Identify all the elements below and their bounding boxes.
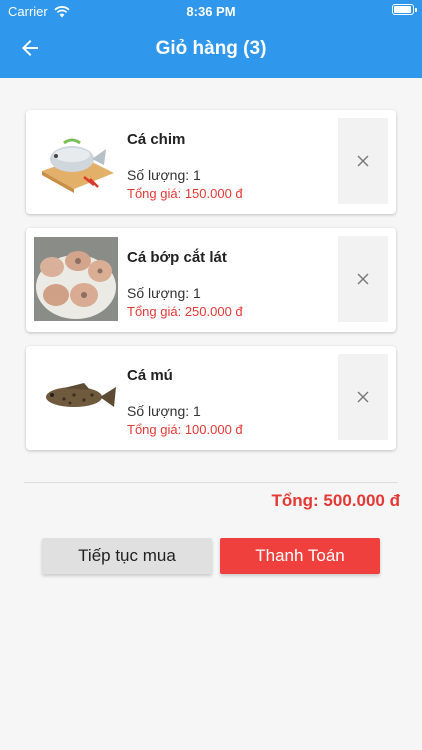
remove-item-button[interactable] [338, 118, 388, 204]
item-total-price: Tổng giá: 150.000 đ [127, 186, 243, 201]
remove-item-button[interactable] [338, 354, 388, 440]
page-title: Giỏ hàng (3) [155, 38, 267, 59]
item-quantity: Số lượng: 1 [127, 167, 201, 183]
checkout-button[interactable]: Thanh Toán [220, 538, 380, 574]
continue-shopping-button[interactable]: Tiếp tục mua [42, 538, 212, 574]
item-total-price: Tổng giá: 250.000 đ [127, 304, 243, 319]
cart-item: Cá mú Số lượng: 1 Tổng giá: 100.000 đ [26, 346, 396, 450]
close-icon [357, 391, 369, 403]
grand-total: Tổng: 500.000 đ [271, 491, 400, 510]
pomfret-fish-icon [34, 119, 118, 203]
item-quantity: Số lượng: 1 [127, 403, 201, 419]
item-name: Cá bớp cắt lát [127, 249, 227, 266]
battery-level [394, 6, 411, 13]
app-bar: Carrier 8:36 PM Giỏ hàng (3) [0, 0, 422, 78]
total-divider [24, 482, 398, 483]
close-icon [357, 273, 369, 285]
item-total-price: Tổng giá: 100.000 đ [127, 422, 243, 437]
status-bar: Carrier 8:36 PM [0, 0, 422, 22]
remove-item-button[interactable] [338, 236, 388, 322]
item-quantity: Số lượng: 1 [127, 285, 201, 301]
close-icon [357, 155, 369, 167]
grouper-fish-icon [34, 355, 118, 439]
sliced-cobia-icon [34, 237, 118, 321]
item-name: Cá mú [127, 367, 173, 384]
cart-item: Cá bớp cắt lát Số lượng: 1 Tổng giá: 250… [26, 228, 396, 332]
item-name: Cá chim [127, 131, 186, 148]
battery-icon [392, 4, 417, 15]
cart-list: Cá chim Số lượng: 1 Tổng giá: 150.000 đ … [26, 110, 396, 464]
status-time: 8:36 PM [186, 4, 236, 19]
cart-item: Cá chim Số lượng: 1 Tổng giá: 150.000 đ [26, 110, 396, 214]
